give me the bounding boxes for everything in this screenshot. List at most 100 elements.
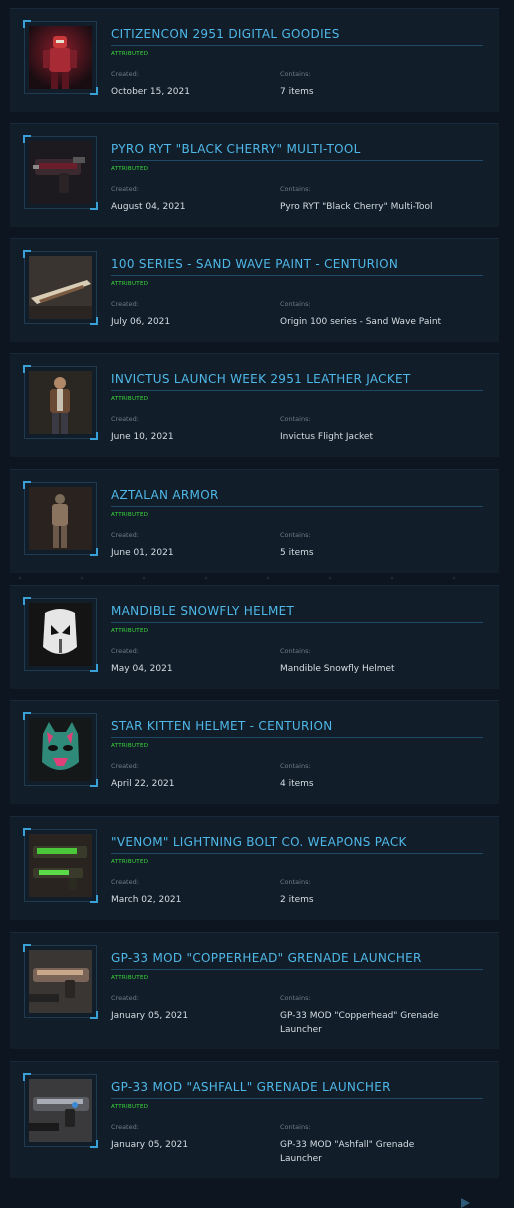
status-badge: ATTRIBUTED — [111, 743, 149, 749]
contains-label: Contains: — [280, 531, 311, 539]
pledge-thumbnail — [23, 597, 98, 672]
expand-button[interactable] — [461, 74, 487, 155]
contains-label: Contains: — [280, 878, 311, 886]
created-label: Created: — [111, 762, 139, 770]
pledge-item[interactable]: STAR KITTEN HELMET - CENTURION ATTRIBUTE… — [10, 700, 499, 847]
contains-value: 2 items — [280, 895, 314, 905]
expand-button[interactable] — [461, 535, 487, 616]
expand-button[interactable] — [461, 882, 487, 963]
status-badge: ATTRIBUTED — [111, 51, 149, 57]
pledge-title[interactable]: 100 SERIES - SAND WAVE PAINT - CENTURION — [111, 257, 483, 276]
pledge-title[interactable]: GP-33 MOD "ASHFALL" GRENADE LAUNCHER — [111, 1080, 483, 1099]
status-badge: ATTRIBUTED — [111, 166, 149, 172]
pledge-item[interactable]: CITIZENCON 2951 DIGITAL GOODIES ATTRIBUT… — [10, 8, 499, 155]
pledge-thumbnail — [23, 712, 98, 787]
pledge-item[interactable]: MANDIBLE SNOWFLY HELMET ATTRIBUTED Creat… — [10, 585, 499, 732]
multi-tool-icon — [29, 141, 92, 204]
kitten-helmet-icon — [29, 718, 92, 781]
created-date: October 15, 2021 — [111, 87, 190, 97]
pledge-title[interactable]: GP-33 MOD "COPPERHEAD" GRENADE LAUNCHER — [111, 951, 483, 970]
created-label: Created: — [111, 994, 139, 1002]
grenade-launcher-icon — [29, 1079, 92, 1142]
contains-label: Contains: — [280, 762, 311, 770]
pledge-title[interactable]: CITIZENCON 2951 DIGITAL GOODIES — [111, 27, 483, 46]
pledge-thumbnail — [23, 250, 98, 325]
status-badge: ATTRIBUTED — [111, 628, 149, 634]
created-label: Created: — [111, 185, 139, 193]
pledge-item[interactable]: GP-33 MOD "COPPERHEAD" GRENADE LAUNCHER … — [10, 932, 499, 1079]
contains-value: Pyro RYT "Black Cherry" Multi-Tool — [280, 202, 433, 212]
created-label: Created: — [111, 531, 139, 539]
pledge-thumbnail — [23, 20, 98, 95]
contains-value: Mandible Snowfly Helmet — [280, 664, 395, 674]
expand-button[interactable] — [461, 1127, 487, 1208]
created-label: Created: — [111, 300, 139, 308]
created-label: Created: — [111, 415, 139, 423]
contains-value: GP-33 MOD "Copperhead" Grenade Launcher — [280, 1011, 439, 1035]
status-badge: ATTRIBUTED — [111, 1104, 149, 1110]
grenade-launcher-icon — [29, 950, 92, 1013]
play-arrow-icon — [461, 1198, 470, 1208]
contains-label: Contains: — [280, 647, 311, 655]
created-date: January 05, 2021 — [111, 1140, 189, 1150]
pledge-title[interactable]: PYRO RYT "BLACK CHERRY" MULTI-TOOL — [111, 142, 483, 161]
created-date: April 22, 2021 — [111, 779, 175, 789]
status-badge: ATTRIBUTED — [111, 281, 149, 287]
expand-button[interactable] — [461, 766, 487, 847]
jacket-character-icon — [29, 371, 92, 434]
created-label: Created: — [111, 647, 139, 655]
pledge-item[interactable]: INVICTUS LAUNCH WEEK 2951 LEATHER JACKET… — [10, 353, 499, 500]
contains-label: Contains: — [280, 1123, 311, 1131]
expand-button[interactable] — [461, 189, 487, 270]
pledge-title[interactable]: INVICTUS LAUNCH WEEK 2951 LEATHER JACKET — [111, 372, 483, 391]
status-badge: ATTRIBUTED — [111, 512, 149, 518]
created-date: July 06, 2021 — [111, 317, 171, 327]
pledge-title[interactable]: STAR KITTEN HELMET - CENTURION — [111, 719, 483, 738]
pledge-item[interactable]: AZTALAN ARMOR ATTRIBUTED Created: June 0… — [10, 469, 499, 616]
pledge-item[interactable]: "VENOM" LIGHTNING BOLT CO. WEAPONS PACK … — [10, 816, 499, 963]
created-date: August 04, 2021 — [111, 202, 186, 212]
pledge-thumbnail — [23, 365, 98, 440]
contains-label: Contains: — [280, 70, 311, 78]
created-date: June 01, 2021 — [111, 548, 174, 558]
created-date: March 02, 2021 — [111, 895, 182, 905]
contains-value: 7 items — [280, 87, 314, 97]
expand-button[interactable] — [461, 419, 487, 500]
pledge-item[interactable]: GP-33 MOD "ASHFALL" GRENADE LAUNCHER ATT… — [10, 1061, 499, 1208]
status-badge: ATTRIBUTED — [111, 396, 149, 402]
contains-label: Contains: — [280, 185, 311, 193]
created-date: June 10, 2021 — [111, 432, 174, 442]
expand-button[interactable] — [461, 304, 487, 385]
created-label: Created: — [111, 1123, 139, 1131]
status-badge: ATTRIBUTED — [111, 975, 149, 981]
white-helmet-icon — [29, 603, 92, 666]
expand-button[interactable] — [461, 998, 487, 1079]
pledge-title[interactable]: AZTALAN ARMOR — [111, 488, 483, 507]
created-label: Created: — [111, 878, 139, 886]
pledge-thumbnail — [23, 481, 98, 556]
contains-label: Contains: — [280, 994, 311, 1002]
pledge-item[interactable]: PYRO RYT "BLACK CHERRY" MULTI-TOOL ATTRI… — [10, 123, 499, 270]
ship-paint-icon — [29, 256, 92, 319]
armor-character-icon — [29, 487, 92, 550]
contains-value: 4 items — [280, 779, 314, 789]
green-weapons-icon — [29, 834, 92, 897]
pledge-title[interactable]: MANDIBLE SNOWFLY HELMET — [111, 604, 483, 623]
red-armor-character-icon — [29, 26, 92, 89]
contains-value: Invictus Flight Jacket — [280, 432, 373, 442]
contains-label: Contains: — [280, 415, 311, 423]
pledge-thumbnail — [23, 944, 98, 1019]
contains-value: 5 items — [280, 548, 314, 558]
created-label: Created: — [111, 70, 139, 78]
created-date: May 04, 2021 — [111, 664, 173, 674]
status-badge: ATTRIBUTED — [111, 859, 149, 865]
contains-value: Origin 100 series - Sand Wave Paint — [280, 317, 442, 327]
pledge-thumbnail — [23, 1073, 98, 1148]
expand-button[interactable] — [461, 651, 487, 732]
created-date: January 05, 2021 — [111, 1011, 189, 1021]
pledge-title[interactable]: "VENOM" LIGHTNING BOLT CO. WEAPONS PACK — [111, 835, 483, 854]
contains-label: Contains: — [280, 300, 311, 308]
contains-value: GP-33 MOD "Ashfall" Grenade Launcher — [280, 1140, 415, 1164]
pledge-item[interactable]: 100 SERIES - SAND WAVE PAINT - CENTURION… — [10, 238, 499, 385]
pledge-thumbnail — [23, 828, 98, 903]
